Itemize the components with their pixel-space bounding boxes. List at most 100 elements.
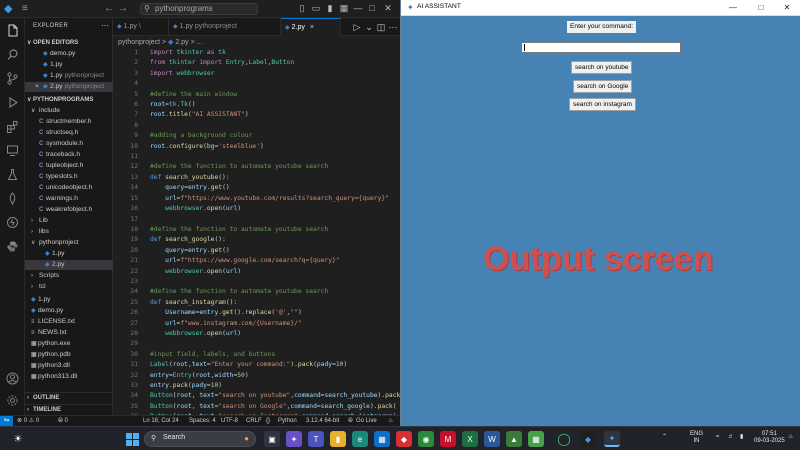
breadcrumb-more[interactable]: > ...: [191, 39, 203, 46]
teams-icon[interactable]: T: [308, 431, 324, 447]
code-line[interactable]: #define the function to automate youtube…: [150, 287, 400, 297]
code-line[interactable]: #define the main window: [150, 90, 400, 100]
outline-section[interactable]: › OUTLINE: [25, 392, 113, 402]
code-line[interactable]: [150, 215, 400, 225]
code-line[interactable]: Button(root, text="search on youtube",co…: [150, 391, 400, 401]
code-line[interactable]: url=f"https://www.google.com/search?q={q…: [150, 256, 400, 266]
vscode-taskbar-icon[interactable]: ◆: [580, 431, 596, 447]
close-icon[interactable]: ✕: [382, 3, 394, 14]
file-item[interactable]: ▣python3.dll: [25, 361, 113, 371]
remote-explorer-icon[interactable]: [4, 142, 21, 159]
copilot-icon[interactable]: [4, 214, 21, 231]
file-item-selected[interactable]: ◆ 2.py: [25, 260, 113, 270]
file-item[interactable]: Csysmodule.h: [25, 139, 113, 149]
open-editors-section[interactable]: ∨ OPEN EDITORS: [25, 38, 113, 48]
code-line[interactable]: root=tk.Tk(): [150, 100, 400, 110]
code-line[interactable]: [150, 339, 400, 349]
customize-layout-icon[interactable]: ▦: [338, 3, 350, 14]
spreadsheet-icon[interactable]: ▦: [528, 431, 544, 447]
go-live-button[interactable]: Go Live: [356, 416, 377, 426]
chevron-up-icon[interactable]: ⌃: [662, 434, 667, 441]
search-icon[interactable]: [4, 46, 21, 63]
timeline-section[interactable]: › TIMELINE: [25, 404, 113, 414]
forward-arrow-icon[interactable]: →: [118, 2, 128, 16]
file-item[interactable]: Ctraceback.h: [25, 150, 113, 160]
code-line[interactable]: def search_youtube():: [150, 173, 400, 183]
cursor-position[interactable]: Ln 18, Col 24: [143, 416, 179, 426]
file-item[interactable]: ▣python.pdb: [25, 350, 113, 360]
close-tab-icon[interactable]: ×: [310, 24, 314, 31]
code-editor[interactable]: 1 2 3 4 5 6 7 8 9 10 11 12 13 14 15 16 17 18 19 20 21 22 23 24 2…: [113, 48, 400, 415]
breadcrumb-file[interactable]: 2.py: [175, 39, 188, 46]
folder-item[interactable]: › tcl: [25, 282, 113, 292]
file-item[interactable]: Cstructseq.h: [25, 128, 113, 138]
image-viewer-icon[interactable]: ▲: [506, 431, 522, 447]
file-item[interactable]: ▣python.exe: [25, 339, 113, 349]
problems-indicator[interactable]: ⊗ 0 ⚠ 0: [17, 416, 39, 426]
more-actions-icon[interactable]: ⋯: [101, 21, 109, 30]
open-editor-item[interactable]: ◆ 1.py: [25, 60, 113, 70]
open-editor-item[interactable]: ◆ demo.py: [25, 49, 113, 59]
code-line[interactable]: [150, 121, 400, 131]
mongodb-leaf-icon[interactable]: [4, 190, 21, 207]
code-line[interactable]: import tkinter as tk: [150, 48, 400, 58]
folder-item[interactable]: ∨ include: [25, 106, 113, 116]
folder-item[interactable]: › Scripts: [25, 271, 113, 281]
chevron-down-icon[interactable]: ⌄: [363, 22, 375, 33]
run-debug-icon[interactable]: [4, 94, 21, 111]
file-item[interactable]: ▣python313.dll: [25, 372, 113, 382]
copilot-app-icon[interactable]: ✦: [286, 431, 302, 447]
maximize-icon[interactable]: □: [366, 3, 378, 14]
minimize-icon[interactable]: —: [352, 3, 364, 14]
store-icon[interactable]: ▦: [374, 431, 390, 447]
file-explorer-icon[interactable]: ▮: [330, 431, 346, 447]
start-windows-icon[interactable]: [124, 431, 140, 447]
source-control-icon[interactable]: [4, 70, 21, 87]
tab-1py-project[interactable]: ◆ 1.py pythonproject: [169, 18, 281, 36]
file-item[interactable]: ◆ demo.py: [25, 306, 113, 316]
command-center-search[interactable]: ⚲ pythonprograms: [140, 3, 258, 15]
remote-indicator-icon[interactable]: ⇋: [0, 416, 13, 426]
code-line[interactable]: query=entry.get(): [150, 246, 400, 256]
code-line[interactable]: #define the function to automate youtube…: [150, 162, 400, 172]
python-icon[interactable]: [4, 238, 21, 255]
file-item[interactable]: Ctupleobject.h: [25, 161, 113, 171]
folder-item[interactable]: › libs: [25, 227, 113, 237]
run-icon[interactable]: ▷: [351, 22, 363, 33]
open-editor-item[interactable]: ◆ 1.py pythonproject: [25, 71, 113, 81]
word-icon[interactable]: W: [484, 431, 500, 447]
menu-icon[interactable]: ≡: [22, 2, 28, 16]
close-icon[interactable]: ×: [35, 82, 43, 92]
code-line[interactable]: import webbrowser: [150, 69, 400, 79]
code-line[interactable]: Username=entry.get().replace('@',""): [150, 308, 400, 318]
task-view-icon[interactable]: ▣: [264, 431, 280, 447]
code-line[interactable]: Button(root, text="search on Google",com…: [150, 402, 400, 412]
red-app-icon[interactable]: ◆: [396, 431, 412, 447]
weather-widget-icon[interactable]: ☀: [10, 431, 26, 447]
layout-secondary-icon[interactable]: ▮: [324, 3, 336, 14]
battery-icon[interactable]: ▮: [740, 434, 743, 441]
more-actions-icon[interactable]: ⋯: [387, 22, 399, 33]
folder-item[interactable]: › Lib: [25, 216, 113, 226]
file-item[interactable]: Cweakrefobject.h: [25, 205, 113, 215]
search-google-button[interactable]: search on Google: [573, 80, 633, 93]
account-icon[interactable]: [4, 370, 21, 387]
breadcrumb-folder[interactable]: pythonproject: [118, 39, 160, 46]
back-arrow-icon[interactable]: ←: [104, 2, 114, 16]
code-line[interactable]: def search_instagram():: [150, 298, 400, 308]
open-editor-item-active[interactable]: × ◆ 2.py pythonproject: [25, 82, 113, 92]
code-line[interactable]: #input field, labels, and buttons: [150, 350, 400, 360]
code-line[interactable]: #adding a background colour: [150, 131, 400, 141]
manage-gear-icon[interactable]: [4, 392, 21, 409]
file-item[interactable]: Cwarnings.h: [25, 194, 113, 204]
maximize-icon[interactable]: □: [747, 2, 775, 14]
code-text[interactable]: import tkinter as tk from tkinter import …: [150, 48, 400, 415]
volume-icon[interactable]: ♬: [728, 434, 734, 441]
language-mode[interactable]: Python: [278, 416, 297, 426]
indentation[interactable]: Spaces: 4: [189, 416, 216, 426]
wifi-icon[interactable]: ≈: [716, 434, 719, 441]
code-line[interactable]: query=entry.get(): [150, 183, 400, 193]
encoding[interactable]: UTF-8: [221, 416, 238, 426]
notifications-bell-icon[interactable]: ♨: [388, 416, 393, 426]
file-item[interactable]: Ctypeslots.h: [25, 172, 113, 182]
